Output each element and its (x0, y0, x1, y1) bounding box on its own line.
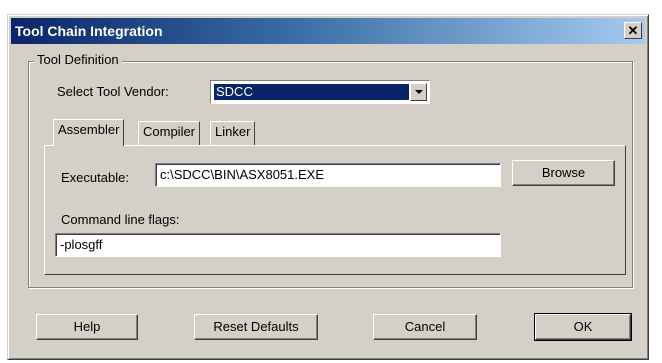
vendor-label: Select Tool Vendor: (57, 84, 169, 99)
browse-button[interactable]: Browse (512, 160, 615, 186)
tab-assembler[interactable]: Assembler (53, 119, 125, 146)
tab-compiler-label: Compiler (143, 124, 196, 139)
reset-defaults-button[interactable]: Reset Defaults (194, 314, 318, 340)
help-button[interactable]: Help (36, 314, 138, 340)
executable-field[interactable]: c:\SDCC\BIN\ASX8051.EXE (155, 163, 501, 187)
dropdown-arrow-icon[interactable] (410, 83, 427, 101)
flags-label: Command line flags: (61, 212, 180, 227)
window-title: Tool Chain Integration (15, 23, 163, 39)
tool-definition-legend: Tool Definition (34, 52, 122, 67)
tab-linker-label: Linker (215, 124, 251, 139)
flags-field[interactable]: -plosgff (55, 233, 501, 257)
title-bar[interactable]: Tool Chain Integration ✕ (11, 18, 645, 44)
tab-linker[interactable]: Linker (210, 121, 256, 145)
tab-compiler[interactable]: Compiler (138, 121, 201, 145)
executable-label: Executable: (61, 170, 129, 185)
cancel-button[interactable]: Cancel (373, 314, 477, 340)
vendor-select[interactable]: SDCC (210, 80, 430, 104)
close-button[interactable]: ✕ (624, 22, 642, 39)
tab-assembler-label: Assembler (58, 122, 120, 137)
vendor-selected-value: SDCC (214, 84, 409, 100)
ok-button[interactable]: OK (534, 313, 632, 341)
close-icon: ✕ (627, 23, 639, 38)
